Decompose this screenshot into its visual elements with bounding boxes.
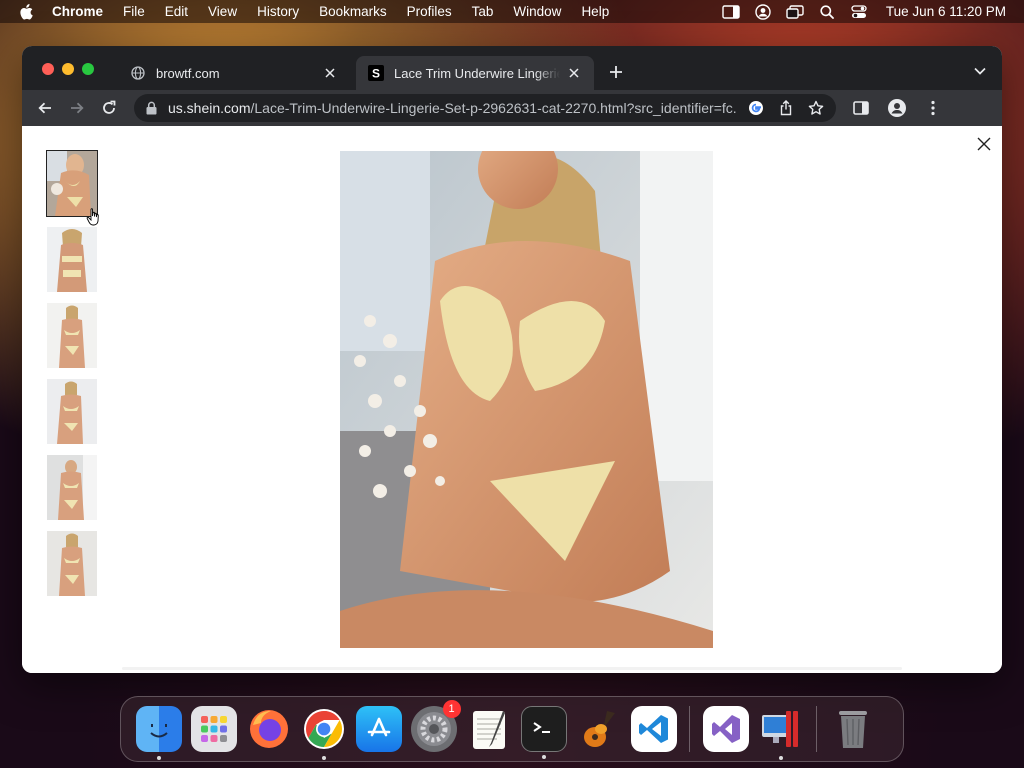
dock-garageband[interactable] [576,706,622,752]
visual-studio-icon [711,715,740,743]
dock-textedit[interactable] [466,706,512,752]
control-center-icon[interactable] [850,4,868,19]
dock-visual-studio[interactable] [702,706,749,752]
spotlight-search-icon[interactable] [818,4,836,19]
address-bar[interactable]: us.shein.com/Lace-Trim-Underwire-Lingeri… [134,94,836,122]
dock-firefox[interactable] [246,706,292,752]
dock-chrome[interactable] [301,706,347,760]
running-indicator [156,756,161,760]
close-tab-icon[interactable] [322,65,338,81]
dock-app-store[interactable] [355,706,402,752]
back-button[interactable] [30,94,60,122]
product-gallery-lightbox [22,126,1002,673]
menu-view[interactable]: View [208,4,237,19]
notification-badge: 1 [442,700,461,718]
menu-help[interactable]: Help [581,4,609,19]
sidebar-status-icon[interactable] [722,4,740,19]
menu-window[interactable]: Window [513,4,561,19]
running-indicator [321,756,326,760]
url-path: /Lace-Trim-Underwire-Lingerie-Set-p-2962… [250,100,736,116]
terminal-icon [532,722,550,733]
close-window-button[interactable] [42,63,54,75]
shein-s-icon: S [368,65,384,81]
running-indicator [541,755,546,759]
new-tab-button[interactable] [606,62,626,82]
dock-vscode[interactable] [630,706,677,752]
thumbnail-2[interactable] [47,227,97,292]
menubar-clock[interactable]: Tue Jun 6 11:20 PM [886,4,1006,19]
tab-search-chevron-icon[interactable] [972,63,988,79]
tab-title: Lace Trim Underwire Lingerie Set [394,65,560,81]
dock-launchpad[interactable] [190,706,237,752]
chrome-icon [303,709,344,749]
dock-separator [816,706,817,752]
thumbnail-4[interactable] [47,379,97,444]
menu-file[interactable]: File [123,4,145,19]
main-product-image[interactable] [340,151,713,648]
window-controls [42,63,94,75]
side-panel-icon[interactable] [846,94,876,122]
menu-bookmarks[interactable]: Bookmarks [319,4,387,19]
running-indicator [778,756,783,760]
user-account-icon[interactable] [754,3,772,20]
launchpad-icon [200,716,227,742]
profile-avatar-icon[interactable] [882,94,912,122]
close-gallery-icon[interactable] [974,134,994,154]
browser-window: browtf.com S Lace Trim Underwire Lingeri… [22,46,1002,673]
url-host: us.shein.com [168,100,251,116]
tab-shein-product[interactable]: S Lace Trim Underwire Lingerie Set [356,56,594,90]
app-store-icon [367,717,390,737]
close-tab-icon[interactable] [566,65,582,81]
thumbnail-5[interactable] [47,455,97,520]
forward-button[interactable] [62,94,92,122]
menu-profiles[interactable]: Profiles [407,4,452,19]
tab-browtf[interactable]: browtf.com [118,56,350,90]
hand-pointer-cursor-icon [86,207,102,227]
svg-text:S: S [372,67,380,81]
dock-finder[interactable] [135,706,182,760]
tab-strip: browtf.com S Lace Trim Underwire Lingeri… [22,46,1002,90]
browser-toolbar: us.shein.com/Lace-Trim-Underwire-Lingeri… [22,90,1002,126]
vscode-icon [638,715,668,743]
textedit-icon [472,711,505,749]
parallels-icon [761,711,798,747]
globe-icon [130,65,146,81]
bookmark-star-icon[interactable] [806,98,826,118]
apple-logo-icon[interactable] [18,3,34,20]
minimize-window-button[interactable] [62,63,74,75]
dock-parallels[interactable] [758,706,804,760]
thumbnail-3[interactable] [47,303,97,368]
trash-icon [838,711,867,748]
google-lens-icon[interactable] [746,98,766,118]
dock: 1 [120,696,904,762]
menu-tab[interactable]: Tab [472,4,494,19]
dock-separator [689,706,690,752]
guitar-icon [583,711,615,747]
finder-icon [149,724,168,738]
share-icon[interactable] [776,98,796,118]
more-menu-icon[interactable] [918,94,948,122]
menu-history[interactable]: History [257,4,299,19]
dock-system-preferences[interactable]: 1 [410,700,461,752]
zoom-window-button[interactable] [82,63,94,75]
menu-app-name[interactable]: Chrome [52,4,103,19]
url-text: us.shein.com/Lace-Trim-Underwire-Lingeri… [168,100,736,116]
menu-edit[interactable]: Edit [165,4,188,19]
tab-title: browtf.com [156,65,220,81]
menu-bar: Chrome File Edit View History Bookmarks … [0,0,1024,23]
reload-button[interactable] [94,94,124,122]
dock-terminal[interactable] [520,706,567,759]
thumbnail-6[interactable] [47,531,97,596]
page-scroll-indicator [122,667,902,670]
firefox-icon [249,710,288,748]
dock-trash[interactable] [830,706,876,752]
screen-mirroring-icon[interactable] [786,4,804,19]
lock-icon[interactable] [144,101,158,115]
